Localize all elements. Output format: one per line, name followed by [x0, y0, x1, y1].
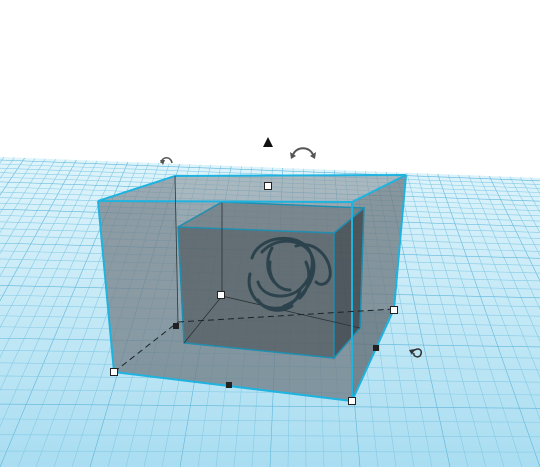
- edge-handle-right[interactable]: [373, 345, 379, 351]
- resize-handle-front-left[interactable]: [110, 368, 118, 376]
- 3d-viewport[interactable]: [0, 0, 540, 468]
- outer-box[interactable]: [97, 174, 407, 403]
- edge-handle-left[interactable]: [173, 323, 179, 329]
- resize-handle-back-left[interactable]: [217, 291, 225, 299]
- edge-handle-front[interactable]: [226, 382, 232, 388]
- resize-handle-front-right[interactable]: [348, 397, 356, 405]
- resize-handle-top[interactable]: [264, 182, 272, 190]
- resize-handle-back-right[interactable]: [390, 306, 398, 314]
- rotate-arrow-icon[interactable]: [292, 147, 314, 156]
- workplane-scene[interactable]: [0, 0, 540, 468]
- lift-cone-icon[interactable]: [263, 137, 273, 147]
